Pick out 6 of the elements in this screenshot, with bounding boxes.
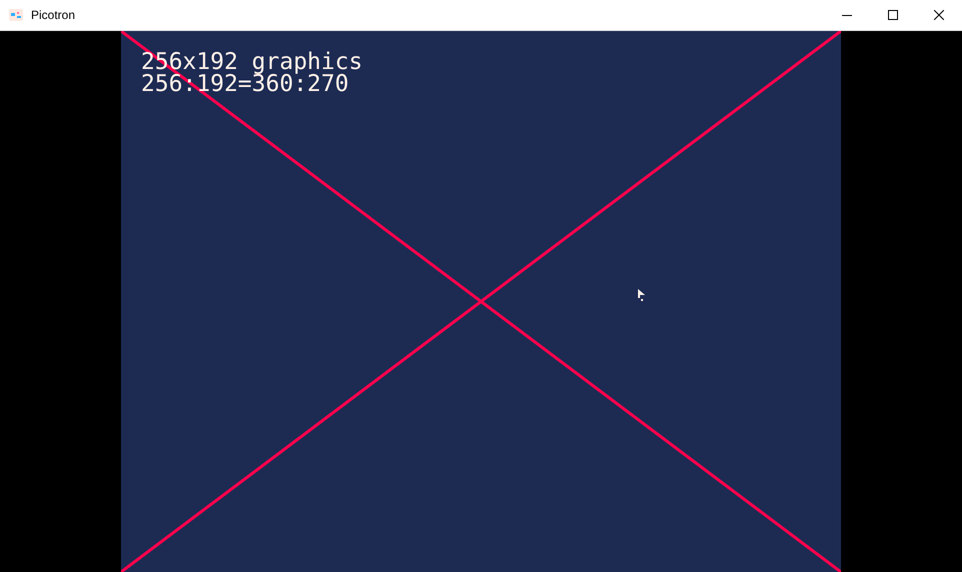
- close-icon: [934, 10, 944, 20]
- minimize-icon: [842, 14, 852, 16]
- app-icon: [9, 9, 23, 21]
- maximize-icon: [888, 10, 898, 20]
- window-title: Picotron: [31, 7, 76, 24]
- cursor-icon: [638, 289, 646, 301]
